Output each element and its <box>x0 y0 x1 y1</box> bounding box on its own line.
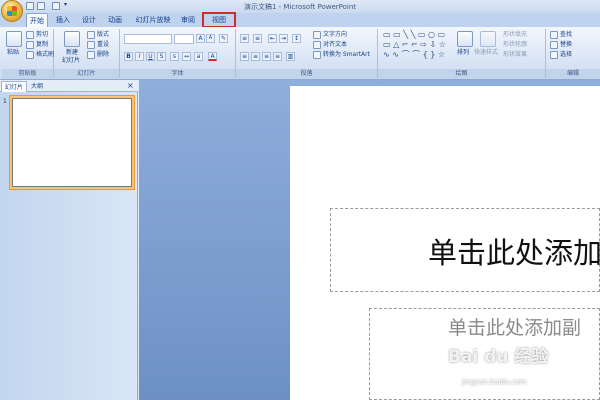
justify-icon[interactable]: ≡ <box>273 52 282 61</box>
tab-slides-pane[interactable]: 幻灯片 <box>1 81 28 92</box>
window-title: 演示文稿1 - Microsoft PowerPoint <box>243 3 357 11</box>
format-painter-icon <box>26 51 34 59</box>
smartart-icon <box>313 51 321 59</box>
shape-gallery-row1[interactable]: ▭ ▭ ╲ ╲ ▭ ○ ▭ <box>383 30 445 39</box>
change-case-icon[interactable]: a <box>194 52 203 61</box>
new-slide-button[interactable]: 新建 <box>66 49 78 57</box>
tab-home[interactable]: 开始 <box>26 13 48 27</box>
reset-icon <box>87 41 95 49</box>
align-right-icon[interactable]: ≡ <box>262 52 271 61</box>
watermark-url: jingyan.baidu.com <box>462 378 527 386</box>
find-icon <box>550 31 558 39</box>
font-color-icon[interactable]: A <box>208 52 217 61</box>
shadow-icon[interactable]: s <box>170 52 179 61</box>
shrink-font-button[interactable]: A <box>206 34 215 43</box>
text-direction-button[interactable]: 文字方向 <box>323 31 347 39</box>
align-text-icon <box>313 41 321 49</box>
group-label-editing: 编辑 <box>546 69 600 79</box>
tab-slideshow[interactable]: 幻灯片放映 <box>133 13 173 27</box>
font-name-select[interactable] <box>124 34 172 44</box>
convert-smartart-button[interactable]: 转换为 SmartArt <box>323 51 370 59</box>
paste-icon[interactable] <box>6 31 22 47</box>
office-logo-icon <box>7 6 17 16</box>
replace-button[interactable]: 替换 <box>560 41 572 49</box>
slide-thumbnail[interactable] <box>12 98 132 187</box>
bullets-icon[interactable]: ≡ <box>240 34 249 43</box>
quick-styles-icon[interactable] <box>480 31 496 47</box>
font-size-select[interactable] <box>174 34 194 44</box>
slide-number: 1 <box>3 98 7 105</box>
layout-button[interactable]: 版式 <box>97 31 109 39</box>
align-text-button[interactable]: 对齐文本 <box>323 41 347 49</box>
shape-gallery-row2[interactable]: ▭ △ ⌐ ⌐ ⇨ ⇩ ☆ <box>383 40 446 49</box>
char-spacing-icon[interactable]: ↔ <box>182 52 191 61</box>
shape-outline-button[interactable]: 形状轮廓 <box>503 41 527 49</box>
group-label-font: 字体 <box>120 69 235 79</box>
close-pane-icon[interactable]: × <box>127 81 134 90</box>
find-button[interactable]: 查找 <box>560 31 572 39</box>
group-label-slides: 幻灯片 <box>54 69 119 79</box>
format-painter-button[interactable]: 格式刷 <box>36 51 54 59</box>
bold-button[interactable]: B <box>124 52 133 61</box>
shape-gallery-row3[interactable]: ∿ ∿ ⌒ ⌒ { } ☆ <box>383 50 445 59</box>
group-label-paragraph: 段落 <box>236 69 377 79</box>
tab-insert[interactable]: 插入 <box>52 13 74 27</box>
paste-button[interactable]: 粘贴 <box>7 49 19 57</box>
text-direction-icon <box>313 31 321 39</box>
line-spacing-icon[interactable]: ↕ <box>292 34 301 43</box>
tab-design[interactable]: 设计 <box>78 13 100 27</box>
copy-button[interactable]: 复制 <box>36 41 48 49</box>
group-label-drawing: 绘图 <box>378 69 545 79</box>
arrange-button[interactable]: 排列 <box>457 49 469 57</box>
decrease-indent-icon[interactable]: ⇤ <box>268 34 277 43</box>
underline-button[interactable]: U <box>146 52 155 61</box>
copy-icon <box>26 41 34 49</box>
select-button[interactable]: 选择 <box>560 51 572 59</box>
new-slide-icon[interactable] <box>64 31 80 47</box>
layout-icon <box>87 31 95 39</box>
tab-outline-pane[interactable]: 大纲 <box>28 81 46 92</box>
shape-effects-button[interactable]: 形状效果 <box>503 51 527 59</box>
view-tab-highlight <box>202 12 236 28</box>
grow-font-button[interactable]: A <box>196 34 205 43</box>
shape-fill-button[interactable]: 形状填充 <box>503 31 527 39</box>
quick-styles-button[interactable]: 快速样式 <box>474 49 498 57</box>
select-icon <box>550 51 558 59</box>
align-center-icon[interactable]: ≡ <box>251 52 260 61</box>
tab-review[interactable]: 审阅 <box>177 13 199 27</box>
cut-button[interactable]: 剪切 <box>36 31 48 39</box>
cut-icon <box>26 31 34 39</box>
reset-button[interactable]: 重设 <box>97 41 109 49</box>
italic-button[interactable]: I <box>135 52 144 61</box>
strikethrough-button[interactable]: S <box>157 52 166 61</box>
group-label-clipboard: 剪贴板 <box>2 69 53 79</box>
align-left-icon[interactable]: ≡ <box>240 52 249 61</box>
delete-button[interactable]: 删除 <box>97 51 109 59</box>
arrange-icon[interactable] <box>457 31 473 47</box>
numbering-icon[interactable]: ≡ <box>253 34 262 43</box>
title-placeholder-text[interactable]: 单击此处添加 <box>428 230 600 272</box>
watermark-brand: Bai du 经验 <box>448 347 549 367</box>
tab-animations[interactable]: 动画 <box>104 13 126 27</box>
office-button[interactable] <box>1 0 23 22</box>
replace-icon <box>550 41 558 49</box>
clear-format-icon[interactable]: ✎ <box>219 34 228 43</box>
increase-indent-icon[interactable]: ⇥ <box>279 34 288 43</box>
columns-icon[interactable]: ▥ <box>286 52 295 61</box>
delete-icon <box>87 51 95 59</box>
new-slide-button-line2[interactable]: 幻灯片 <box>62 57 80 65</box>
subtitle-placeholder-text[interactable]: 单击此处添加副 <box>448 313 581 340</box>
